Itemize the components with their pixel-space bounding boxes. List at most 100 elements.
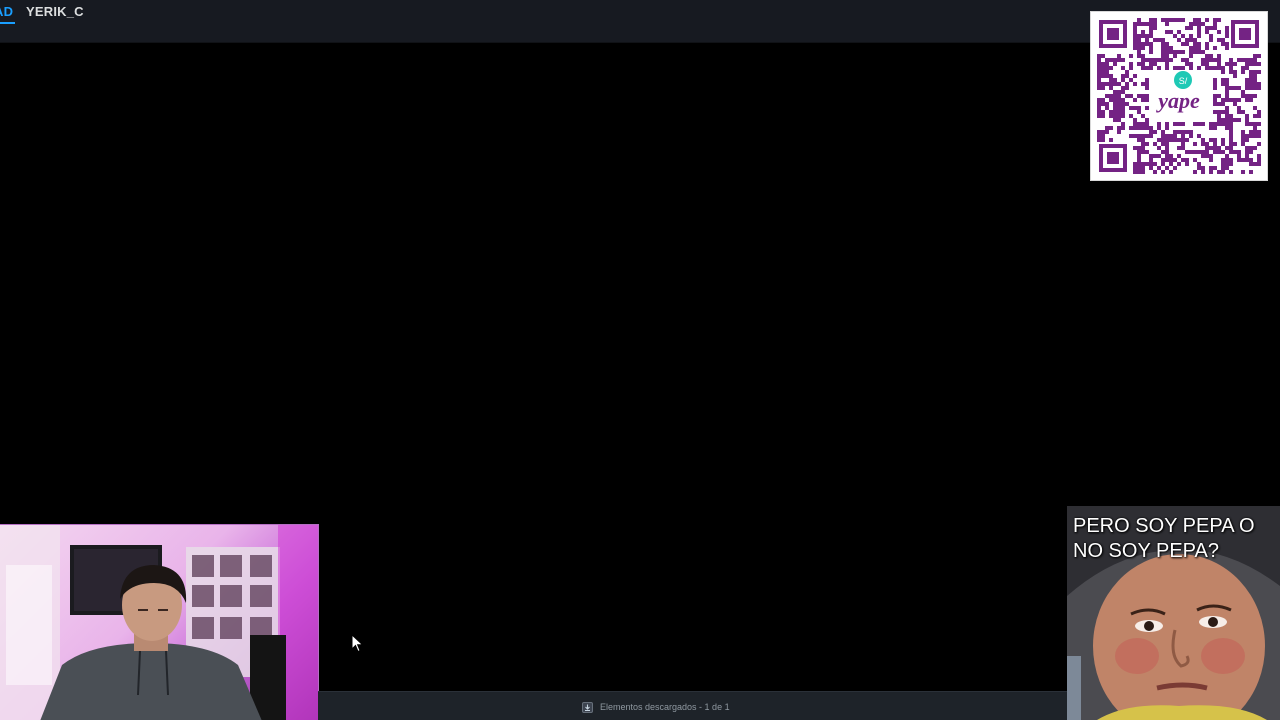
qr-module [1221, 102, 1225, 106]
qr-module [1117, 98, 1121, 102]
qr-module [1105, 62, 1109, 66]
qr-module [1101, 62, 1105, 66]
qr-module [1125, 82, 1129, 86]
meme-caption: PERO SOY PEPA O NO SOY PEPA? [1073, 515, 1255, 562]
qr-module [1241, 130, 1245, 134]
qr-module [1153, 62, 1157, 66]
qr-module [1213, 102, 1217, 106]
qr-module [1225, 146, 1229, 150]
qr-module [1249, 86, 1253, 90]
qr-module [1185, 150, 1189, 154]
qr-module [1177, 138, 1181, 142]
qr-module [1201, 50, 1205, 54]
qr-module [1109, 126, 1113, 130]
qr-module [1113, 62, 1117, 66]
qr-module [1133, 82, 1137, 86]
qr-module [1141, 114, 1145, 118]
qr-module [1225, 154, 1229, 158]
qr-module [1225, 110, 1229, 114]
qr-module [1145, 162, 1149, 166]
qr-module [1105, 126, 1109, 130]
qr-module [1205, 150, 1209, 154]
qr-module [1097, 102, 1101, 106]
qr-module [1209, 58, 1213, 62]
qr-module [1109, 66, 1113, 70]
qr-module [1177, 30, 1181, 34]
qr-module [1217, 114, 1221, 118]
qr-module [1217, 150, 1221, 154]
qr-module [1121, 98, 1125, 102]
qr-module [1245, 94, 1249, 98]
qr-module [1233, 62, 1237, 66]
qr-module [1137, 154, 1141, 158]
downloads-status[interactable]: Elementos descargados - 1 de 1 [582, 700, 730, 714]
qr-module [1229, 86, 1233, 90]
qr-module [1165, 126, 1169, 130]
qr-module [1201, 154, 1205, 158]
qr-module [1221, 78, 1225, 82]
qr-module [1249, 134, 1253, 138]
qr-module [1185, 38, 1189, 42]
qr-module [1241, 158, 1245, 162]
qr-module [1101, 66, 1105, 70]
qr-module [1221, 42, 1225, 46]
nav-tab-username[interactable]: YERIK_C [26, 4, 84, 20]
nav-tab-partial[interactable]: AD [0, 4, 16, 24]
qr-module [1213, 122, 1217, 126]
qr-module [1225, 82, 1229, 86]
qr-module [1253, 78, 1257, 82]
qr-module [1117, 114, 1121, 118]
qr-module [1209, 126, 1213, 130]
qr-module [1177, 66, 1181, 70]
qr-module [1133, 146, 1137, 150]
qr-module [1257, 114, 1261, 118]
qr-module [1197, 150, 1201, 154]
qr-module [1205, 42, 1209, 46]
qr-module [1129, 134, 1133, 138]
qr-module [1165, 150, 1169, 154]
qr-module [1109, 110, 1113, 114]
qr-module [1185, 138, 1189, 142]
qr-module [1257, 54, 1261, 58]
qr-module [1189, 26, 1193, 30]
qr-module [1209, 166, 1213, 170]
qr-module [1229, 122, 1233, 126]
qr-module [1097, 134, 1101, 138]
qr-module [1121, 66, 1125, 70]
qr-module [1145, 66, 1149, 70]
qr-module [1145, 86, 1149, 90]
qr-module [1241, 66, 1245, 70]
qr-module [1161, 130, 1165, 134]
qr-module [1181, 130, 1185, 134]
qr-module [1125, 74, 1129, 78]
qr-module [1117, 90, 1121, 94]
qr-module [1137, 42, 1141, 46]
qr-module [1225, 62, 1229, 66]
qr-module [1145, 142, 1149, 146]
qr-module [1137, 38, 1141, 42]
qr-module [1225, 30, 1229, 34]
qr-module [1097, 138, 1101, 142]
screen: AD YERIK_C [0, 0, 1280, 720]
qr-module [1181, 50, 1185, 54]
qr-module [1121, 110, 1125, 114]
qr-module [1225, 106, 1229, 110]
qr-module [1209, 66, 1213, 70]
qr-module [1121, 86, 1125, 90]
qr-module [1213, 46, 1217, 50]
qr-module [1097, 98, 1101, 102]
qr-module [1213, 138, 1217, 142]
qr-module [1173, 54, 1177, 58]
qr-module [1213, 166, 1217, 170]
qr-module [1225, 158, 1229, 162]
qr-module [1229, 146, 1233, 150]
qr-brand-text: yape [1155, 88, 1200, 113]
qr-module [1249, 78, 1253, 82]
qr-module [1097, 70, 1101, 74]
qr-module [1189, 66, 1193, 70]
qr-module [1161, 150, 1165, 154]
qr-module [1217, 38, 1221, 42]
qr-module [1161, 138, 1165, 142]
qr-module [1245, 82, 1249, 86]
qr-module [1221, 82, 1225, 86]
